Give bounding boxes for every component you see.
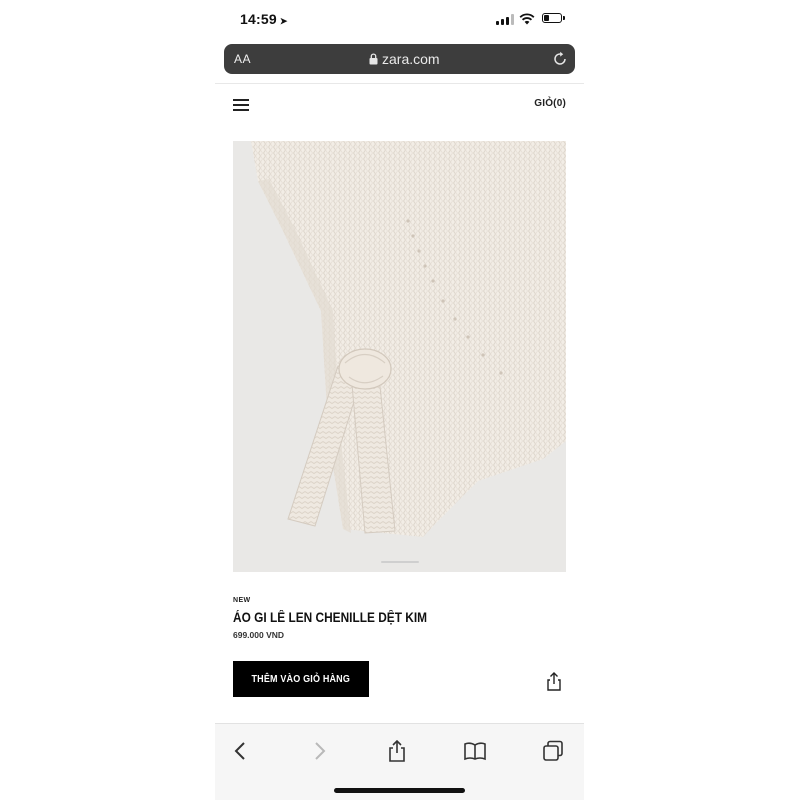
add-to-cart-label: THÊM VÀO GIỎ HÀNG [251, 673, 351, 685]
cellular-signal-icon [496, 14, 514, 25]
add-to-cart-button[interactable]: THÊM VÀO GIỎ HÀNG [233, 661, 369, 697]
tabs-icon[interactable] [542, 740, 564, 762]
new-badge: NEW [233, 597, 251, 604]
reload-icon[interactable] [552, 51, 568, 67]
location-arrow-icon: ➤ [279, 16, 288, 26]
battery-icon [542, 13, 565, 23]
lock-icon [369, 53, 378, 65]
status-bar: 14:59 ➤ [215, 0, 584, 38]
hamburger-menu-icon[interactable] [233, 99, 251, 113]
home-indicator [334, 788, 465, 793]
share-icon[interactable] [545, 672, 563, 692]
product-name: ÁO GI LÊ LEN CHENILLE DỆT KIM [233, 610, 428, 625]
cart-link[interactable]: GIỎ(0) [534, 98, 566, 109]
forward-icon[interactable] [308, 740, 330, 762]
bookmarks-icon[interactable] [464, 740, 486, 762]
url-domain[interactable]: zara.com [382, 51, 440, 67]
product-price: 699.000 VND [233, 630, 285, 640]
back-icon[interactable] [230, 740, 252, 762]
text-size-button[interactable]: AA [234, 52, 251, 66]
phone-screen: 14:59 ➤ AA zara.com GIỎ(0) NEW ÁO GI LÊ … [215, 0, 584, 800]
share-sheet-icon[interactable] [386, 740, 408, 762]
status-time: 14:59 ➤ [240, 11, 288, 27]
image-carousel-indicator [381, 561, 419, 563]
product-image[interactable] [233, 141, 566, 572]
browser-toolbar [215, 723, 584, 800]
knit-garment-illustration [251, 141, 566, 537]
browser-address-bar[interactable]: AA zara.com [224, 44, 575, 74]
wifi-icon [519, 13, 535, 25]
header-divider [215, 83, 584, 84]
